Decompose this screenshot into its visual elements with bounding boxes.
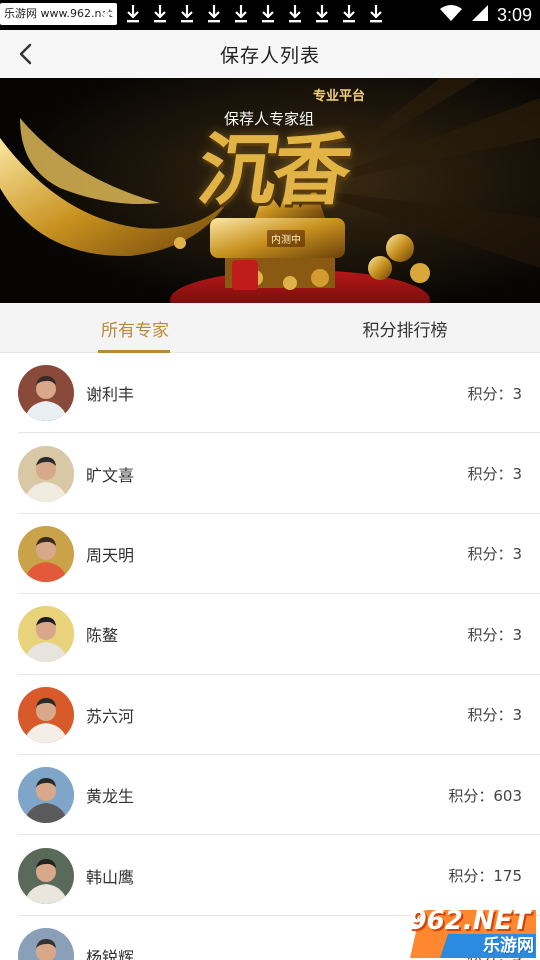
download-icon <box>119 4 146 26</box>
download-icon <box>335 4 362 26</box>
expert-score: 积分：175 <box>448 867 522 886</box>
expert-row[interactable]: 黄龙生 积分：603 <box>0 755 540 836</box>
tab-bar: 所有专家 积分排行榜 <box>0 303 540 353</box>
expert-score: 积分：3 <box>467 706 522 725</box>
expert-score: 积分：3 <box>467 465 522 484</box>
expert-score: 积分：3 <box>467 545 522 564</box>
status-bar: 乐游网 www.962.net 3:09 <box>0 0 540 30</box>
expert-score: 积分：3 <box>467 625 522 644</box>
avatar <box>18 686 74 743</box>
expert-name: 黄龙生 <box>86 787 135 807</box>
download-icon <box>92 4 119 26</box>
tab-label: 所有专家 <box>101 320 169 341</box>
download-icon <box>281 4 308 26</box>
corner-watermark: 962.NET 乐游网 <box>400 906 540 960</box>
avatar <box>18 767 74 824</box>
download-icon <box>146 4 173 26</box>
download-icon <box>227 4 254 26</box>
banner-image[interactable]: 沉香 专业平台 保荐人专家组 内测中 <box>0 78 540 303</box>
avatar <box>18 525 74 582</box>
expert-score: 积分：3 <box>467 384 522 403</box>
expert-row[interactable]: 陈鳌 积分：3 <box>0 594 540 675</box>
back-button[interactable] <box>12 40 40 68</box>
app-screen: 乐游网 www.962.net 3:09 保存人列表 沉香 专业平台 保荐人专家… <box>0 0 540 960</box>
expert-name: 谢利丰 <box>86 385 135 405</box>
tab-all-experts[interactable]: 所有专家 <box>0 303 270 353</box>
download-icons <box>92 4 389 26</box>
expert-row[interactable]: 苏六河 积分：3 <box>0 675 540 756</box>
watermark-text: 乐游网 <box>483 936 534 956</box>
expert-name: 周天明 <box>86 545 135 565</box>
expert-list: 谢利丰 积分：3 旷文喜 积分：3 周天明 积分：3 陈鳌 积分：3 苏六河 积分：3 黄龙生 积分：… <box>0 353 540 960</box>
expert-row[interactable]: 谢利丰 积分：3 <box>0 353 540 434</box>
avatar <box>18 847 74 904</box>
expert-name: 旷文喜 <box>86 465 135 485</box>
chevron-left-icon <box>19 43 32 65</box>
expert-score: 积分：603 <box>448 786 522 805</box>
banner-tag: 专业平台 <box>313 89 366 104</box>
expert-row[interactable]: 周天明 积分：3 <box>0 514 540 595</box>
avatar <box>18 606 74 663</box>
expert-name: 苏六河 <box>86 706 135 726</box>
download-icon <box>173 4 200 26</box>
download-icon <box>200 4 227 26</box>
header-bar: 保存人列表 <box>0 30 540 78</box>
expert-name: 韩山鹰 <box>86 867 135 887</box>
download-icon <box>254 4 281 26</box>
status-time: 3:09 <box>496 4 532 25</box>
expert-row[interactable]: 韩山鹰 积分：175 <box>0 835 540 917</box>
avatar <box>18 365 74 422</box>
avatar <box>18 445 74 502</box>
avatar <box>18 927 74 960</box>
expert-row[interactable]: 旷文喜 积分：3 <box>0 433 540 515</box>
expert-name: 杨锐辉 <box>86 947 135 960</box>
expert-name: 陈鳌 <box>86 626 119 646</box>
page-title: 保存人列表 <box>219 44 320 67</box>
signal-icon <box>471 4 489 26</box>
tab-points-ranking[interactable]: 积分排行榜 <box>270 303 540 353</box>
wifi-icon <box>439 4 463 26</box>
banner-subtitle: 保荐人专家组 <box>224 110 315 128</box>
banner-crown-label: 内测中 <box>267 230 305 247</box>
download-icon <box>308 4 335 26</box>
download-icon <box>362 4 389 26</box>
status-right: 3:09 <box>439 0 532 30</box>
tab-label: 积分排行榜 <box>362 320 448 341</box>
